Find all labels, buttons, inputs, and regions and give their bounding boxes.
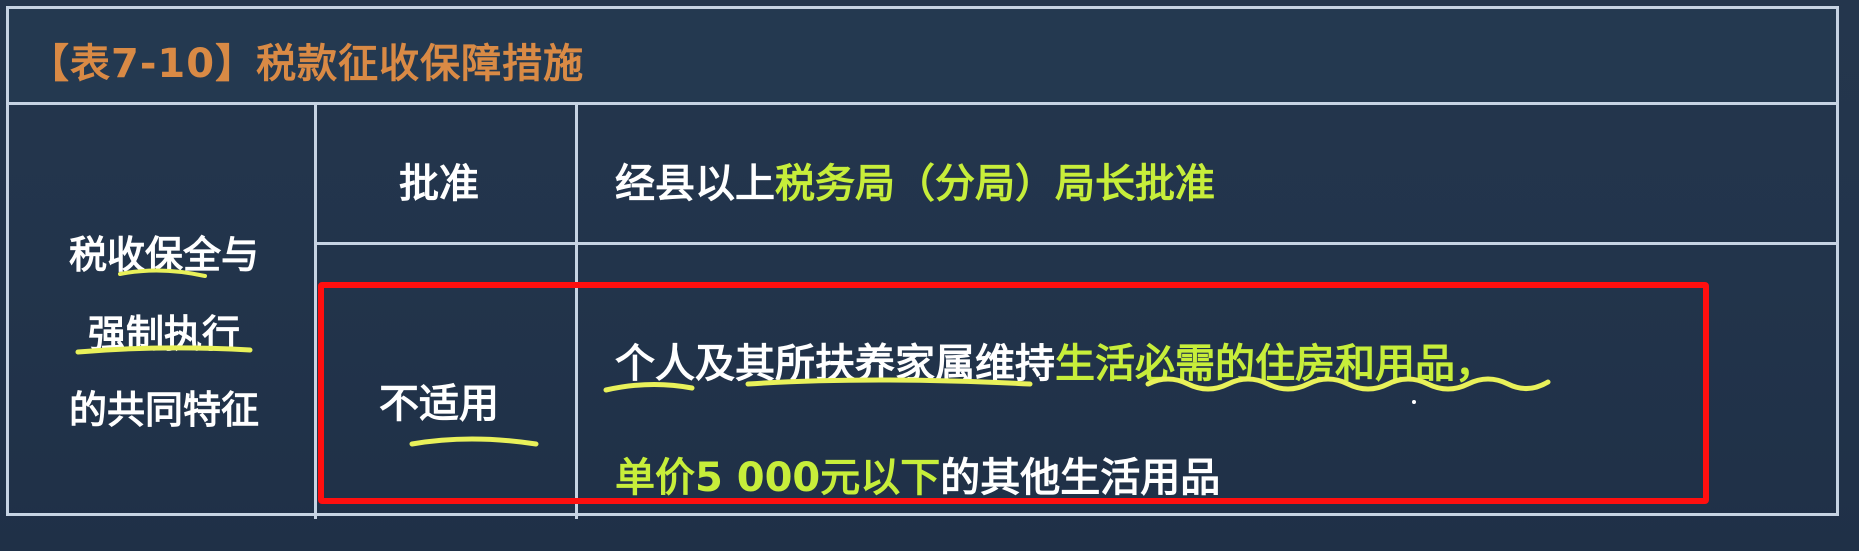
- row-approval-label: 批准: [399, 161, 479, 207]
- left-label-line-3: 的共同特征: [68, 388, 259, 432]
- left-label-line-1: 税收保全与: [68, 233, 259, 277]
- left-label-line-2: 强制执行: [87, 312, 240, 356]
- row-divider: [317, 242, 1836, 245]
- slide: 【表7-10】税款征收保障措施 税收保全与 强制执行 的共同特征 批准 经县以上…: [0, 0, 1859, 551]
- row-approval-content: 经县以上税务局（分局）局长批准: [615, 151, 1215, 209]
- table-title-row: 【表7-10】税款征收保障措施: [9, 9, 1836, 105]
- approval-text-highlight: 税务局（分局）局长批准: [775, 161, 1215, 207]
- annotation-highlight-box: [318, 282, 1709, 504]
- approval-text-plain: 经县以上: [615, 161, 775, 207]
- table-title: 【表7-10】税款征收保障措施: [29, 41, 585, 87]
